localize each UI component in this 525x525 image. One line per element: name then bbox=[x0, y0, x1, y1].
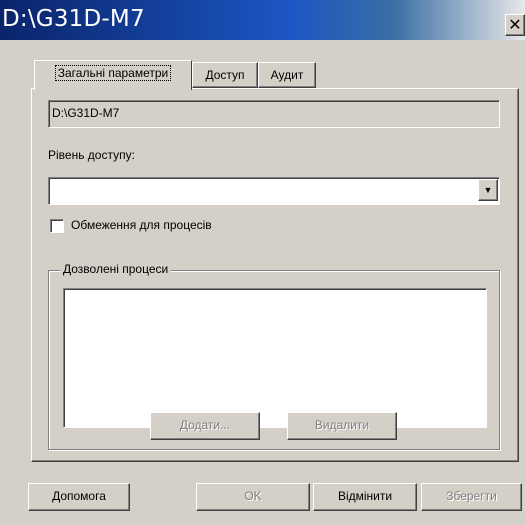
ok-button[interactable]: OK bbox=[196, 483, 310, 511]
help-button[interactable]: Допомога bbox=[28, 483, 130, 511]
chevron-down-icon: ▼ bbox=[483, 185, 493, 195]
save-button-label: Зберегти bbox=[446, 489, 497, 503]
remove-process-button[interactable]: Видалити bbox=[287, 412, 397, 440]
window-title: D:\G31D-M7 bbox=[2, 6, 145, 32]
tab-general-label: Загальні параметри bbox=[54, 65, 172, 81]
allowed-processes-list[interactable] bbox=[63, 288, 487, 428]
cancel-button-label: Відмінити bbox=[337, 489, 393, 503]
close-icon: ✕ bbox=[508, 15, 522, 34]
remove-process-label: Видалити bbox=[314, 418, 370, 432]
save-button[interactable]: Зберегти bbox=[421, 483, 522, 511]
path-value: D:\G31D-M7 bbox=[52, 106, 120, 120]
restrict-processes-checkbox[interactable] bbox=[50, 219, 64, 233]
close-button[interactable]: ✕ bbox=[505, 14, 525, 36]
cancel-button[interactable]: Відмінити bbox=[313, 483, 417, 511]
allowed-processes-legend: Дозволені процеси bbox=[60, 262, 172, 276]
ok-button-label: OK bbox=[244, 489, 262, 503]
tab-access[interactable]: Доступ bbox=[192, 62, 258, 88]
access-level-label: Рівень доступу: bbox=[48, 148, 135, 162]
path-field: D:\G31D-M7 bbox=[48, 100, 500, 128]
help-button-label: Допомога bbox=[52, 489, 106, 503]
tab-audit[interactable]: Аудит bbox=[258, 62, 316, 88]
add-process-label: Додати... bbox=[179, 418, 231, 432]
access-level-dropdown-button[interactable]: ▼ bbox=[478, 179, 498, 201]
restrict-processes-label: Обмеження для процесів bbox=[71, 218, 212, 232]
tab-audit-label: Аудит bbox=[270, 68, 304, 82]
access-level-select[interactable]: ▼ bbox=[48, 177, 500, 205]
add-process-button[interactable]: Додати... bbox=[150, 412, 260, 440]
tab-access-label: Доступ bbox=[205, 68, 245, 82]
tab-general[interactable]: Загальні параметри bbox=[34, 60, 192, 90]
title-bar: D:\G31D-M7 bbox=[0, 0, 525, 40]
